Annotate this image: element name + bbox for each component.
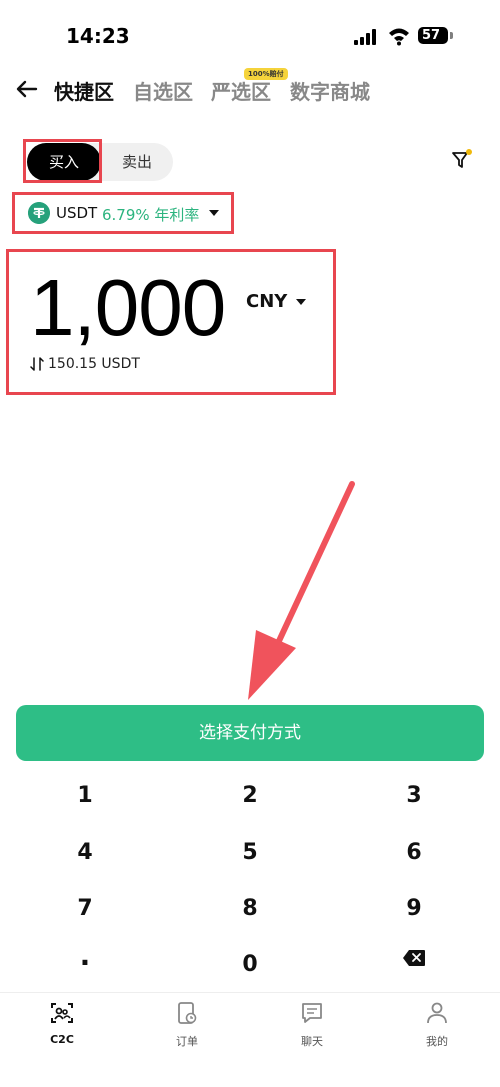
annotation-arrow (248, 481, 355, 700)
bottom-nav-label: C2C (50, 1033, 74, 1046)
guarantee-badge: 100%赔付 (244, 68, 288, 80)
bottom-nav-label: 订单 (176, 1035, 198, 1048)
battery-icon: 57 (418, 27, 448, 44)
key-decimal[interactable]: . (45, 936, 125, 976)
amount-highlight-box (6, 249, 336, 395)
status-time: 14:23 (66, 24, 130, 48)
bottom-nav: C2C 订单 聊天 我的 (0, 992, 500, 1087)
tab-favorites[interactable]: 自选区 (133, 76, 193, 105)
bottom-nav-c2c[interactable]: C2C (17, 993, 107, 1063)
backspace-icon[interactable] (402, 949, 426, 967)
battery-cap (450, 32, 453, 39)
key-3[interactable]: 3 (374, 776, 454, 816)
battery-level: 57 (421, 28, 441, 43)
key-4[interactable]: 4 (45, 833, 125, 873)
tab-quick[interactable]: 快捷区 (54, 76, 114, 105)
chat-icon (302, 1003, 322, 1023)
profile-icon (427, 1002, 447, 1024)
coin-highlight-box (12, 192, 234, 234)
key-1[interactable]: 1 (45, 776, 125, 816)
c2c-users-icon (51, 1003, 73, 1023)
buy-highlight-box (23, 139, 102, 183)
top-nav: 快捷区 自选区 严选区 100%赔付 数字商城 (0, 68, 500, 112)
tab-selected[interactable]: 严选区 (211, 76, 271, 105)
key-2[interactable]: 2 (210, 776, 290, 816)
filter-icon[interactable] (450, 148, 474, 172)
key-6[interactable]: 6 (374, 833, 454, 873)
orders-icon (178, 1002, 197, 1024)
key-9[interactable]: 9 (374, 889, 454, 929)
bottom-nav-chat[interactable]: 聊天 (267, 993, 357, 1063)
tab-digital-mall[interactable]: 数字商城 (290, 76, 370, 105)
key-7[interactable]: 7 (45, 889, 125, 929)
bottom-nav-label: 我的 (426, 1035, 448, 1048)
key-0[interactable]: 0 (210, 945, 290, 985)
bottom-nav-orders[interactable]: 订单 (142, 993, 232, 1063)
signal-icon (354, 29, 380, 45)
key-8[interactable]: 8 (210, 889, 290, 929)
sell-button[interactable]: 卖出 (105, 143, 169, 181)
bottom-nav-label: 聊天 (301, 1035, 323, 1048)
status-bar: 14:23 57 (0, 0, 500, 70)
bottom-nav-profile[interactable]: 我的 (392, 993, 482, 1063)
key-5[interactable]: 5 (210, 833, 290, 873)
back-arrow-icon[interactable] (14, 76, 40, 102)
select-payment-button[interactable]: 选择支付方式 (16, 705, 484, 761)
wifi-icon (389, 28, 409, 46)
